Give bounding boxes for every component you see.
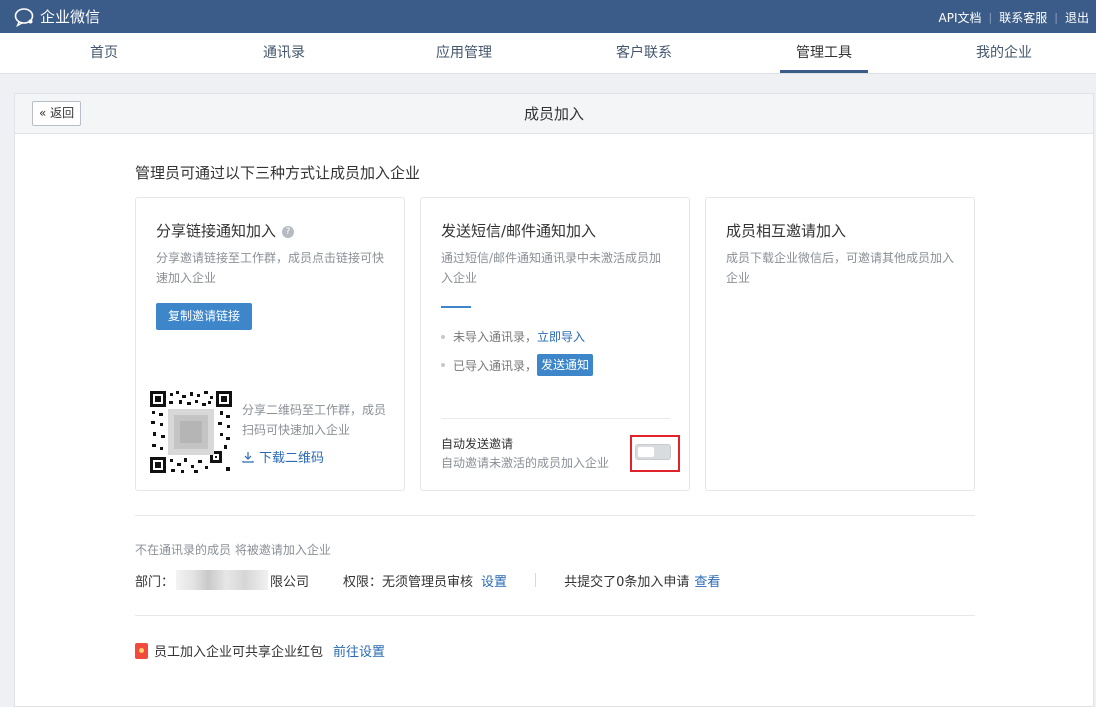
tab-app-management[interactable]: 应用管理 (426, 33, 502, 73)
department-label: 部门： (135, 574, 175, 590)
tab-my-company[interactable]: 我的企业 (966, 33, 1042, 73)
mutual-invite-card: 成员相互邀请加入 成员下载企业微信后，可邀请其他成员加入企业 (705, 197, 975, 491)
department-suffix: 限公司 (270, 574, 310, 590)
card-title: 发送短信/邮件通知加入 (441, 222, 597, 240)
tab-contacts[interactable]: 通讯录 (250, 33, 318, 73)
vertical-separator (535, 573, 537, 587)
notify-row: 已导入通讯录， 发送通知 (441, 354, 594, 376)
logo[interactable]: 企业微信 (14, 6, 100, 27)
import-row: 未导入通讯录， 立即导入 (441, 328, 585, 345)
settings-row: 部门： 限公司 权限：无须管理员审核 设置 共提交了0条加入申请 查看 (135, 570, 995, 590)
panel-header: 成员加入 « 返回 (15, 94, 1093, 134)
notify-row-text: 已导入通讯录， (453, 358, 538, 373)
page-title: 成员加入 (523, 105, 584, 123)
copy-invite-link-button[interactable]: 复制邀请链接 (156, 303, 253, 330)
import-row-text: 未导入通讯录， (453, 330, 538, 344)
api-docs-link[interactable]: API文档 (932, 9, 989, 26)
qr-code (150, 391, 232, 473)
top-links: API文档 | 联系客服 | 退出 (932, 9, 1096, 26)
card-title: 成员相互邀请加入 (726, 222, 847, 240)
import-now-link[interactable]: 立即导入 (537, 328, 585, 345)
redpack-row: 员工加入企业可共享企业红包 前往设置 (135, 641, 385, 660)
wechat-work-logo-icon (14, 7, 34, 27)
member-join-panel: 成员加入 « 返回 管理员可通过以下三种方式让成员加入企业 分享链接通知加入? … (14, 93, 1094, 707)
intro-text: 管理员可通过以下三种方式让成员加入企业 (135, 164, 421, 182)
auto-invite-description: 自动邀请未激活的成员加入企业 (441, 456, 610, 470)
back-button-label: 返回 (50, 106, 75, 120)
redacted-department (176, 570, 269, 590)
accent-bar (441, 306, 471, 308)
main-nav: 首页 通讯录 应用管理 客户联系 管理工具 我的企业 (0, 33, 1096, 74)
card-description: 分享邀请链接至工作群，成员点击链接可快速加入企业 (156, 251, 385, 285)
help-icon[interactable]: ? (282, 226, 295, 238)
card-description: 通过短信/邮件通知通讯录中未激活成员加入企业 (441, 251, 662, 285)
toggle-knob (638, 447, 654, 457)
card-title-text: 分享链接通知加入 (156, 222, 277, 240)
app-title: 企业微信 (40, 8, 101, 26)
tab-management-tools[interactable]: 管理工具 (780, 33, 868, 73)
contact-support-link[interactable]: 联系客服 (992, 9, 1054, 26)
download-qr-link[interactable]: 下载二维码 (242, 447, 324, 466)
download-icon (242, 451, 254, 463)
divider (135, 615, 975, 616)
redpack-text: 员工加入企业可共享企业红包 (154, 645, 324, 660)
redpack-settings-link[interactable]: 前往设置 (333, 641, 385, 660)
submitted-count-text: 共提交了0条加入申请 (564, 574, 690, 590)
card-title: 分享链接通知加入? (156, 220, 295, 241)
send-notification-button[interactable]: 发送通知 (537, 354, 594, 376)
double-chevron-left-icon: « (39, 106, 47, 120)
permission-label: 权限：无须管理员审核 (343, 574, 474, 590)
card-description: 成员下载企业微信后，可邀请其他成员加入企业 (726, 251, 955, 285)
bullet-dot (441, 363, 445, 367)
tab-home[interactable]: 首页 (70, 33, 138, 73)
download-qr-label: 下载二维码 (259, 451, 325, 466)
share-link-card: 分享链接通知加入? 分享邀请链接至工作群，成员点击链接可快速加入企业 复制邀请链… (135, 197, 405, 491)
divider (441, 418, 670, 419)
logout-link[interactable]: 退出 (1058, 9, 1096, 26)
view-requests-link[interactable]: 查看 (694, 571, 720, 590)
tab-customer-contact[interactable]: 客户联系 (606, 33, 682, 73)
qr-description: 分享二维码至工作群，成员扫码可快速加入企业 (242, 403, 387, 437)
auto-invite-title: 自动发送邀请 (441, 437, 514, 451)
permission-settings-link[interactable]: 设置 (481, 571, 507, 590)
auto-invite-toggle[interactable] (635, 444, 671, 460)
sms-email-card: 发送短信/邮件通知加入 通过短信/邮件通知通讯录中未激活成员加入企业 未导入通讯… (420, 197, 690, 491)
invite-note: 不在通讯录的成员 将被邀请加入企业 (135, 543, 331, 557)
bullet-dot (441, 334, 445, 339)
red-envelope-icon (135, 642, 148, 659)
back-button[interactable]: « 返回 (32, 101, 82, 126)
top-bar: 企业微信 API文档 | 联系客服 | 退出 (0, 0, 1096, 33)
divider (135, 515, 975, 516)
